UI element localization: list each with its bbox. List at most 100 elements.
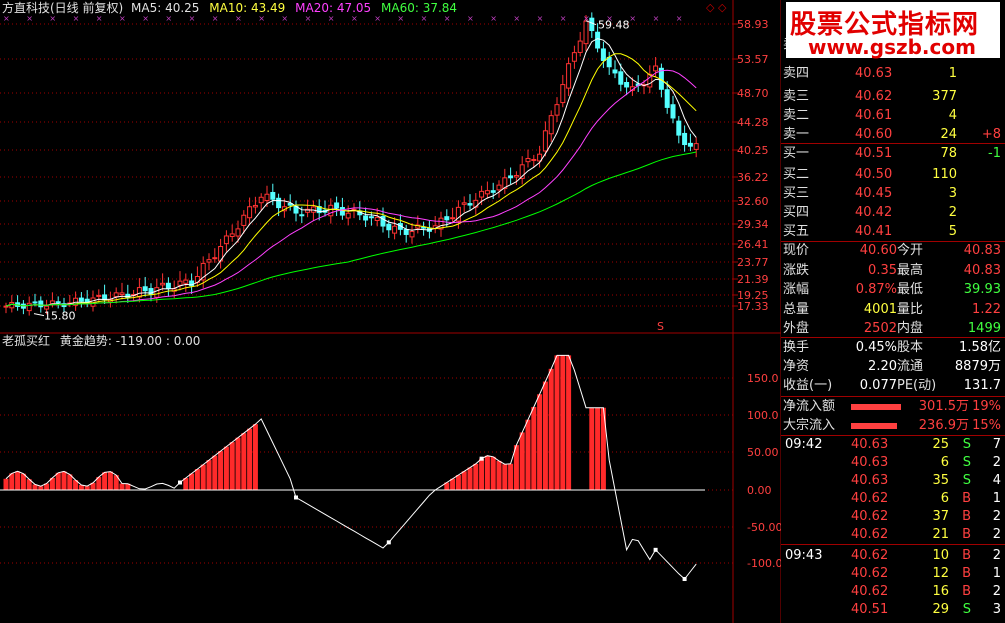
top-marker: × bbox=[421, 14, 428, 23]
flow-value: 301.5万 bbox=[918, 399, 969, 414]
top-marker: × bbox=[397, 14, 404, 23]
ask-row: 卖二 40.61 4 bbox=[781, 106, 1005, 125]
quote-row: 涨幅 0.87% 最低 39.93 bbox=[781, 280, 1005, 299]
indicator-bar bbox=[461, 471, 467, 490]
indicator-bar bbox=[55, 472, 61, 490]
trade-price: 40.62 bbox=[851, 566, 889, 581]
chart-area[interactable]: 58.93 53.57 48.70 44.28 40.25 36.22 32.60 29.34… bbox=[0, 0, 781, 623]
book-price: 40.60 bbox=[855, 127, 893, 142]
stats-label: 净资 bbox=[783, 359, 810, 374]
ma5-label: MA5: 40.25 bbox=[131, 1, 200, 15]
candle-body bbox=[560, 84, 566, 104]
price-tick-label: 17.33 bbox=[737, 300, 769, 313]
panel-divider bbox=[781, 143, 1005, 144]
candle-body bbox=[252, 204, 258, 208]
indicator-bar bbox=[206, 460, 212, 490]
price-tick-label: 26.41 bbox=[737, 238, 769, 251]
candle-body bbox=[276, 197, 282, 209]
candle-body bbox=[235, 228, 241, 237]
candle-body bbox=[693, 143, 699, 150]
quote-label: 现价 bbox=[783, 243, 810, 258]
candle-body bbox=[270, 191, 276, 200]
trade-side: B bbox=[962, 491, 971, 506]
candle-body bbox=[606, 56, 612, 68]
indicator-bar bbox=[241, 433, 247, 490]
indicator-dot bbox=[682, 577, 687, 582]
quote-value: 2502 bbox=[863, 321, 897, 336]
trade-row: 40.62 21 B 2 bbox=[781, 526, 1005, 544]
candle-body bbox=[583, 20, 589, 45]
top-marker: × bbox=[258, 14, 265, 23]
bid-row: 买五 40.41 5 bbox=[781, 222, 1005, 241]
book-volume: 2 bbox=[948, 205, 957, 220]
book-label: 买一 bbox=[783, 146, 810, 161]
candle-body bbox=[165, 282, 171, 289]
candle-body bbox=[554, 104, 560, 116]
indicator-bar bbox=[189, 473, 195, 490]
candle-body bbox=[142, 286, 148, 292]
candle-body bbox=[484, 190, 490, 195]
low-label: 15.80 bbox=[44, 310, 76, 323]
stats-value-2: 8879万 bbox=[954, 359, 1001, 374]
top-marker: × bbox=[3, 14, 10, 23]
top-marker: × bbox=[142, 14, 149, 23]
book-label: 卖一 bbox=[783, 127, 810, 142]
indicator-bar bbox=[223, 446, 229, 490]
candle-body bbox=[461, 202, 467, 205]
book-price: 40.42 bbox=[855, 205, 893, 220]
trade-volume: 35 bbox=[932, 473, 949, 488]
trade-side: B bbox=[962, 584, 971, 599]
trade-count: 2 bbox=[992, 584, 1001, 599]
book-volume: 4 bbox=[948, 108, 957, 123]
candle-body bbox=[403, 229, 409, 235]
book-label: 买三 bbox=[783, 186, 810, 201]
indicator-tick-label: 50.00 bbox=[747, 446, 779, 459]
window-controls[interactable]: ◇ ◇ bbox=[706, 1, 726, 14]
book-label: 买二 bbox=[783, 167, 810, 182]
indicator-bar bbox=[531, 406, 537, 490]
bid-row: 买二 40.50 110 bbox=[781, 165, 1005, 184]
top-marker: × bbox=[305, 14, 312, 23]
book-price: 40.63 bbox=[855, 66, 893, 81]
quote-panel: 卖五卖四40.631卖三40.62377卖二40.614卖一40.6024+8买… bbox=[781, 0, 1005, 623]
trade-count: 2 bbox=[992, 509, 1001, 524]
quote-label: 涨幅 bbox=[783, 282, 810, 297]
indicator-bar bbox=[508, 463, 514, 490]
quote-label-2: 量比 bbox=[897, 301, 924, 317]
candle-body bbox=[119, 292, 125, 295]
candle-body bbox=[44, 305, 50, 310]
top-marker: × bbox=[165, 14, 172, 23]
price-tick-label: 40.25 bbox=[737, 144, 769, 157]
trade-volume: 12 bbox=[932, 566, 949, 581]
indicator-bar bbox=[247, 428, 253, 490]
trade-volume: 29 bbox=[932, 602, 949, 617]
price-tick-label: 29.34 bbox=[737, 218, 769, 231]
stats-value: 0.45% bbox=[855, 340, 897, 355]
indicator-bar bbox=[542, 381, 548, 490]
stats-label-2: PE(动) bbox=[897, 378, 937, 393]
trade-row: 09:43 40.62 10 B 2 bbox=[781, 547, 1005, 565]
candle-body bbox=[206, 259, 212, 263]
trade-price: 40.63 bbox=[851, 473, 889, 488]
trade-count: 2 bbox=[992, 455, 1001, 470]
stats-value: 0.077 bbox=[859, 378, 897, 393]
indicator-bar bbox=[455, 475, 461, 490]
candle-body bbox=[49, 300, 55, 305]
book-label: 卖四 bbox=[783, 66, 810, 81]
book-change: -1 bbox=[988, 146, 1001, 161]
s-marker: S bbox=[657, 320, 664, 333]
candle-body bbox=[229, 233, 235, 238]
indicator-dot bbox=[653, 547, 658, 552]
book-price: 40.61 bbox=[855, 108, 893, 123]
indicator-bar bbox=[525, 419, 531, 490]
trade-row: 40.62 37 B 2 bbox=[781, 508, 1005, 526]
quote-value-2: 39.93 bbox=[963, 282, 1001, 297]
trade-count: 2 bbox=[992, 548, 1001, 563]
indicator-dot bbox=[479, 456, 484, 461]
stats-value: 2.20 bbox=[868, 359, 897, 374]
trade-row: 40.63 6 S 2 bbox=[781, 454, 1005, 472]
candle-body bbox=[328, 204, 334, 217]
ma10-line bbox=[5, 53, 697, 307]
flow-label: 大宗流入 bbox=[783, 418, 836, 433]
trade-row: 40.62 12 B 1 bbox=[781, 565, 1005, 583]
